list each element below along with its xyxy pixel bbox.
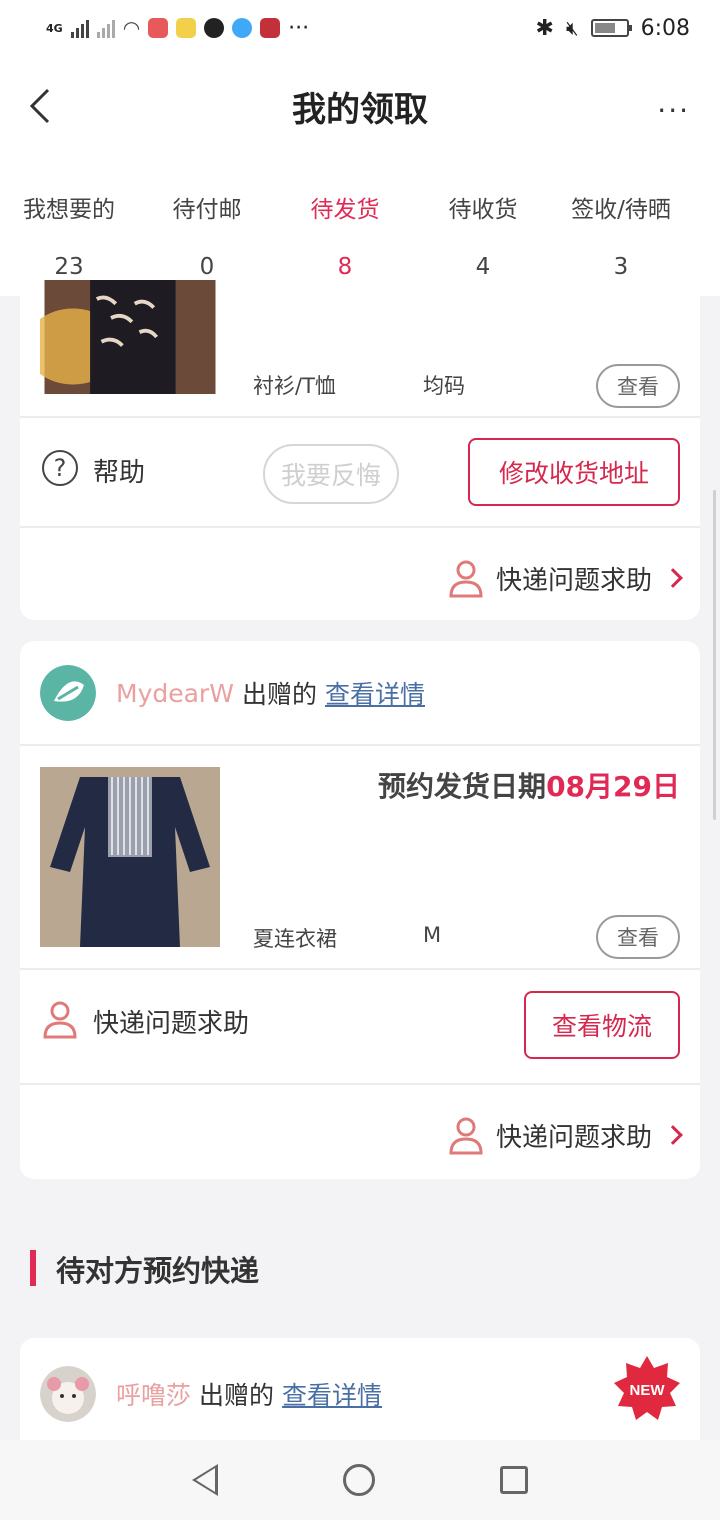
person-icon (449, 1117, 483, 1155)
tab-pending-shipment[interactable]: 待发货 8 (276, 156, 414, 296)
mute-icon: 🔇︎ (565, 16, 579, 40)
more-dots-icon[interactable]: ··· (657, 94, 690, 127)
change-address-button[interactable]: 修改收货地址 (468, 438, 680, 506)
person-icon (43, 1001, 77, 1039)
tab-label: 待发货 (310, 197, 380, 223)
system-nav-bar (0, 1440, 720, 1520)
view-details-link[interactable]: 查看详情 (325, 675, 425, 711)
giver-suffix: 出赠的 (241, 680, 317, 709)
ship-date-value: 08月29日 (546, 770, 680, 803)
tab-bar: 我想要的 23 待付邮 0 待发货 8 待收货 4 签收/待晒 3 (0, 156, 720, 296)
tab-count: 23 (54, 254, 84, 280)
tab-pending-receipt[interactable]: 待收货 4 (414, 156, 552, 296)
battery-icon (590, 19, 632, 37)
product-category: 衬衫/T恤 (253, 374, 336, 398)
product-image[interactable] (40, 767, 220, 947)
status-bar: 4G ◠ ··· ✱ 🔇︎ 6:08 (0, 0, 720, 56)
tab-count: 8 (337, 254, 353, 280)
divider (20, 1083, 700, 1085)
tab-count: 3 (613, 254, 629, 280)
signal-icon (70, 18, 89, 38)
tab-label: 待付邮 (172, 197, 242, 223)
divider (20, 968, 700, 970)
new-badge-text: NEW (630, 1382, 666, 1399)
new-badge-icon: NEW (614, 1356, 680, 1420)
view-button[interactable]: 查看 (596, 364, 680, 408)
chevron-left-icon[interactable] (22, 86, 62, 126)
tab-received[interactable]: 签收/待晒 3 (552, 156, 690, 296)
nav-back-icon[interactable] (192, 1464, 219, 1496)
person-icon (449, 560, 483, 598)
product-size: M (423, 923, 442, 947)
help-icon[interactable]: ? (42, 450, 78, 486)
product-size: 均码 (423, 374, 465, 398)
tab-label: 签收/待晒 (571, 197, 671, 223)
tiktok-icon (204, 18, 225, 38)
app-notif-blue-icon (232, 18, 253, 38)
avatar[interactable] (40, 1366, 96, 1422)
divider (20, 526, 700, 528)
scrollbar[interactable] (713, 490, 716, 820)
clock: 6:08 (640, 15, 690, 41)
chevron-right-icon (663, 1125, 683, 1145)
ship-date: 预约发货日期08月29日 (378, 765, 680, 805)
tab-count: 4 (475, 254, 491, 280)
tab-pending-postage[interactable]: 待付邮 0 (138, 156, 276, 296)
order-card: MydearW 出赠的 查看详情 预约发货日期08月29日 夏连衣裙 M 查看 … (20, 641, 700, 1179)
divider (20, 744, 700, 746)
tab-count: 0 (199, 254, 215, 280)
express-help-label: 快递问题求助 (495, 1122, 652, 1153)
tab-wanted[interactable]: 我想要的 23 (0, 156, 138, 296)
ship-date-label: 预约发货日期 (378, 770, 547, 803)
view-details-link[interactable]: 查看详情 (282, 1376, 382, 1412)
wifi-icon: ◠ (122, 16, 141, 40)
giver-row: MydearW 出赠的 查看详情 (40, 665, 425, 721)
express-help-link[interactable]: 快递问题求助 (448, 1115, 683, 1155)
view-button[interactable]: 查看 (596, 915, 680, 959)
app-notif-red-icon (148, 18, 169, 38)
order-card: 衬衫/T恤 均码 查看 ? 帮助 我要反悔 修改收货地址 快递问题求助 (20, 280, 700, 620)
nav-recent-apps-icon[interactable] (499, 1466, 528, 1494)
express-help-link[interactable]: 快递问题求助 (448, 558, 683, 598)
giver-name[interactable]: 呼噜莎 (116, 1376, 191, 1412)
giver-row: 呼噜莎 出赠的 查看详情 (40, 1366, 382, 1422)
page-title: 我的领取 (292, 89, 428, 130)
video-app-icon (260, 18, 281, 38)
express-help-label: 快递问题求助 (495, 565, 652, 596)
giver-name[interactable]: MydearW (116, 679, 234, 708)
more-notifications-icon: ··· (288, 15, 310, 41)
regret-button[interactable]: 我要反悔 (263, 444, 399, 504)
tab-label: 待收货 (448, 197, 518, 223)
app-notif-yellow-icon (176, 18, 197, 38)
product-image[interactable] (40, 280, 220, 394)
chevron-right-icon (663, 568, 683, 588)
giver-suffix: 出赠的 (199, 1381, 275, 1410)
app-header: 我的领取 ··· (0, 56, 720, 156)
tab-label: 我想要的 (23, 197, 115, 223)
signal-2-icon (96, 18, 115, 38)
section-title: 待对方预约快递 (30, 1248, 259, 1290)
nav-home-icon[interactable] (342, 1464, 375, 1496)
product-category: 夏连衣裙 (253, 927, 337, 951)
view-logistics-button[interactable]: 查看物流 (524, 991, 680, 1059)
avatar[interactable] (40, 665, 96, 721)
help-label[interactable]: 帮助 (93, 452, 145, 489)
network-label: 4G (46, 21, 63, 35)
divider (20, 416, 700, 418)
bluetooth-icon: ✱ (535, 15, 554, 41)
express-help-inline[interactable]: 快递问题求助 (93, 1003, 249, 1040)
